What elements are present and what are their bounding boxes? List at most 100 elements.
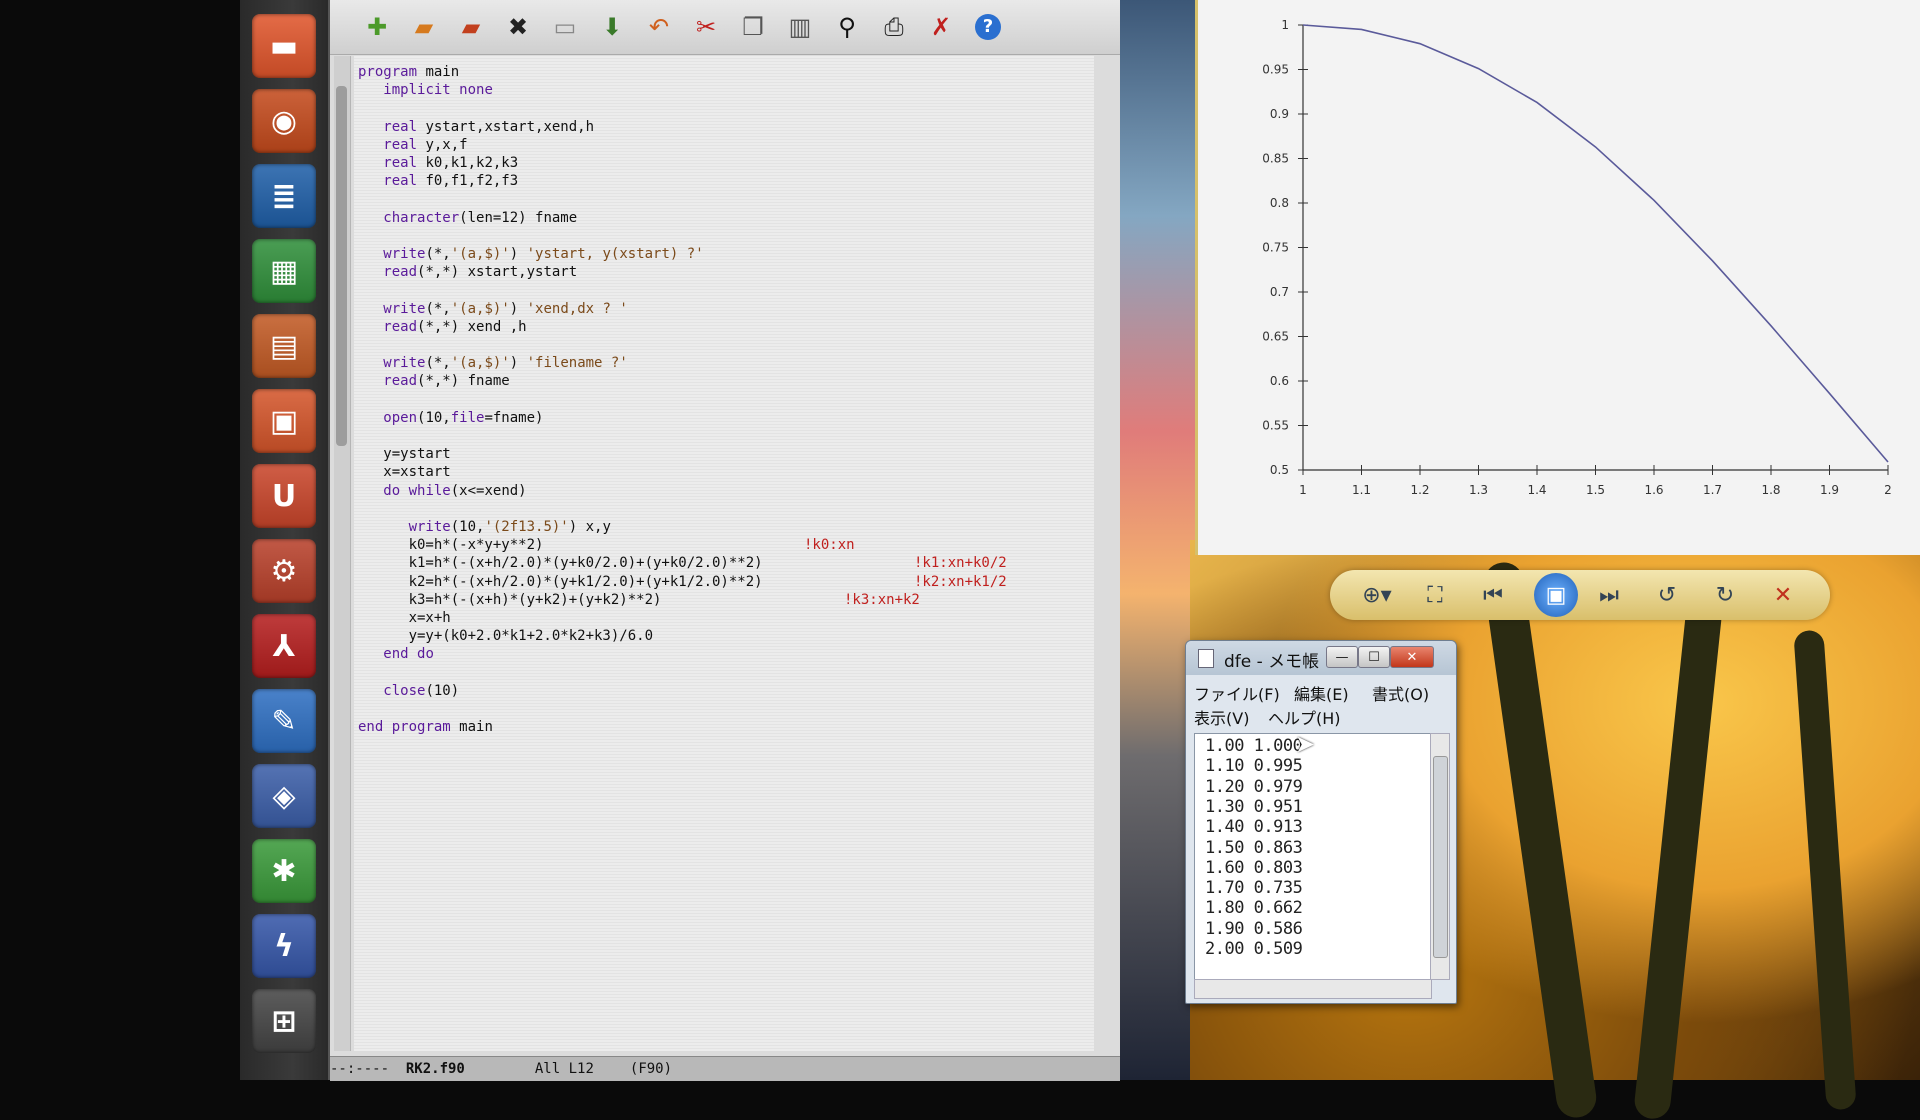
gnuplot-icon[interactable]: ✱ [252, 839, 316, 903]
notepad-text-area[interactable]: 1.00 1.000 1.10 0.995 1.20 0.979 1.30 0.951… [1194, 733, 1432, 980]
scrollbar-thumb[interactable] [1433, 756, 1448, 958]
slideshow-icon: ▣ [1545, 582, 1567, 608]
notepad-text-line: 1.20 0.979 [1205, 776, 1303, 797]
rotate-right-button[interactable]: ↻ [1708, 578, 1742, 612]
adobe-reader-icon[interactable]: ⅄ [252, 614, 316, 678]
rotate-cw-icon: ↻ [1715, 582, 1735, 608]
notepad-text-line: 2.00 0.509 [1205, 939, 1303, 959]
modeline-position: All L12 [534, 1061, 594, 1077]
rotate-left-button[interactable]: ↺ [1650, 578, 1684, 612]
menu-file[interactable]: ファイル(F) [1194, 681, 1280, 705]
close-buffer-button[interactable]: ✖ [501, 10, 535, 44]
actual-size-button[interactable]: ⛶ [1418, 578, 1452, 612]
code-editor[interactable]: program main implicit none real ystart,x… [354, 56, 1094, 1051]
launcher-glyph: ⊞ [271, 1003, 297, 1039]
code-line: write(10,'(2f13.5)') x,y [408, 519, 611, 535]
scissors-icon: ✂ [695, 13, 717, 41]
launcher-glyph: ▬ [269, 28, 299, 64]
code-line: k2=h*(-(x+h/2.0)*(y+k1/2.0)+(y+k1/2.0)**… [358, 573, 763, 590]
x-tick-label: 1.3 [1469, 483, 1488, 497]
cut-button[interactable]: ✂ [689, 10, 723, 44]
y-tick-label: 0.6 [1270, 374, 1289, 388]
scrollbar-thumb[interactable] [336, 86, 347, 446]
next-button[interactable]: ⏭ [1592, 578, 1626, 612]
wallpaper-stem [1793, 629, 1857, 1111]
system-settings-icon[interactable]: ⚙ [252, 539, 316, 603]
zoom-button[interactable]: ⊕▾ [1360, 578, 1394, 612]
launcher-glyph: ▦ [269, 253, 299, 289]
code-line: read(*,*) xend ,h [383, 318, 527, 335]
wallpaper-stem [1481, 559, 1599, 1120]
notepad-horizontal-scrollbar[interactable] [1194, 979, 1432, 999]
firefox-icon[interactable]: ◉ [252, 89, 316, 153]
writer-icon[interactable]: ≣ [252, 164, 316, 228]
new-file-button[interactable]: ✚ [360, 10, 394, 44]
paste-button[interactable]: ▥ [783, 10, 817, 44]
emacs-icon[interactable]: ϟ [252, 914, 316, 978]
print-button[interactable]: ⎙ [877, 10, 911, 44]
menu-view[interactable]: 表示(V) [1194, 705, 1249, 729]
copy-icon: ❐ [742, 13, 764, 41]
calc-icon[interactable]: ▦ [252, 239, 316, 303]
undo-button[interactable]: ↶ [642, 10, 676, 44]
zoom-icon: ⊕▾ [1362, 582, 1392, 608]
search-button[interactable]: ⚲ [830, 10, 864, 44]
menu-edit[interactable]: 編集(E) [1294, 681, 1349, 705]
editor-scrollbar[interactable] [334, 56, 351, 1051]
modeline-status: --:---- [330, 1061, 406, 1077]
x-tick-label: 1.4 [1527, 483, 1546, 497]
editor-toolbar: ✚ ▰ ▰ ✖ ▭ ⬇ ↶ ✂ ❐ ▥ ⚲ ⎙ ✗? [330, 0, 1120, 55]
save-button[interactable]: ▭ [548, 10, 582, 44]
workspace-switcher-icon[interactable]: ⊞ [252, 989, 316, 1053]
code-line: real y,x,f [383, 136, 468, 153]
minimize-button[interactable]: — [1326, 646, 1358, 668]
menu-format[interactable]: 書式(O) [1372, 681, 1429, 705]
code-line: k0=h*(-x*y+y**2) [358, 537, 544, 554]
code-comment: !k3:xn+k2 [844, 591, 920, 608]
window-title: dfe - メモ帳 [1224, 652, 1320, 672]
fit-window-icon: ⛶ [1427, 582, 1443, 608]
image-viewer-controls: ⊕▾ ⛶ ⏮ ▣ ⏭ ↺ ↻ ✕ [1330, 570, 1830, 620]
code-line: character(len=12) fname [383, 209, 578, 226]
preferences-button[interactable]: ✗ [924, 10, 958, 44]
php-icon[interactable]: ◈ [252, 764, 316, 828]
y-tick-label: 0.75 [1262, 241, 1289, 255]
delete-button[interactable]: ✕ [1766, 578, 1800, 612]
notepad-text-line: 1.40 0.913 [1205, 817, 1303, 838]
code-line: end do [383, 646, 434, 663]
notepad-titlebar[interactable]: dfe - メモ帳 — ☐ ✕ [1186, 641, 1456, 675]
plot-window: 0.5 0.55 0.6 0.65 0.7 0.75 0.8 0.85 0.9 0.95 1 1 1.1… [1195, 0, 1920, 555]
open-file-button[interactable]: ▰ [407, 10, 441, 44]
launcher-glyph: ✱ [271, 853, 297, 889]
maximize-button[interactable]: ☐ [1358, 646, 1390, 668]
save-as-button[interactable]: ⬇ [595, 10, 629, 44]
undo-icon: ↶ [648, 13, 670, 41]
save-icon: ▭ [553, 13, 577, 41]
x-tick-label: 1.6 [1644, 483, 1663, 497]
modeline-mode: (F90) [629, 1061, 673, 1077]
y-tick-label: 0.5 [1270, 463, 1289, 477]
mode-line: --:---- RK2.f90 All L12 (F90) [330, 1056, 1120, 1081]
ubuntu-one-icon[interactable]: U [252, 464, 316, 528]
software-center-icon[interactable]: ▣ [252, 389, 316, 453]
search-icon: ⚲ [838, 13, 856, 41]
y-tick-label: 0.9 [1270, 107, 1289, 121]
notepad-text-line: 1.30 0.951 [1205, 796, 1303, 817]
notepad-vertical-scrollbar[interactable] [1430, 733, 1450, 980]
code-line: real k0,k1,k2,k3 [383, 155, 519, 171]
code-line: end program main [358, 719, 493, 736]
code-line: write(*,'(a,$)') 'filename ?' [383, 355, 628, 372]
folder-icon[interactable]: ▬ [252, 14, 316, 78]
help-button[interactable]: ? [971, 10, 1005, 44]
mouse-cursor-icon: ➤ [1295, 730, 1316, 758]
slideshow-button[interactable]: ▣ [1534, 573, 1578, 617]
previous-button[interactable]: ⏮ [1476, 578, 1510, 612]
menu-help[interactable]: ヘルプ(H) [1268, 705, 1341, 729]
close-button[interactable]: ✕ [1390, 646, 1434, 668]
copy-button[interactable]: ❐ [736, 10, 770, 44]
open-directory-button[interactable]: ▰ [454, 10, 488, 44]
code-comment: !k2:xn+k1/2 [914, 573, 1007, 590]
impress-icon[interactable]: ▤ [252, 314, 316, 378]
code-line: close(10) [383, 682, 460, 699]
text-editor-icon[interactable]: ✎ [252, 689, 316, 753]
